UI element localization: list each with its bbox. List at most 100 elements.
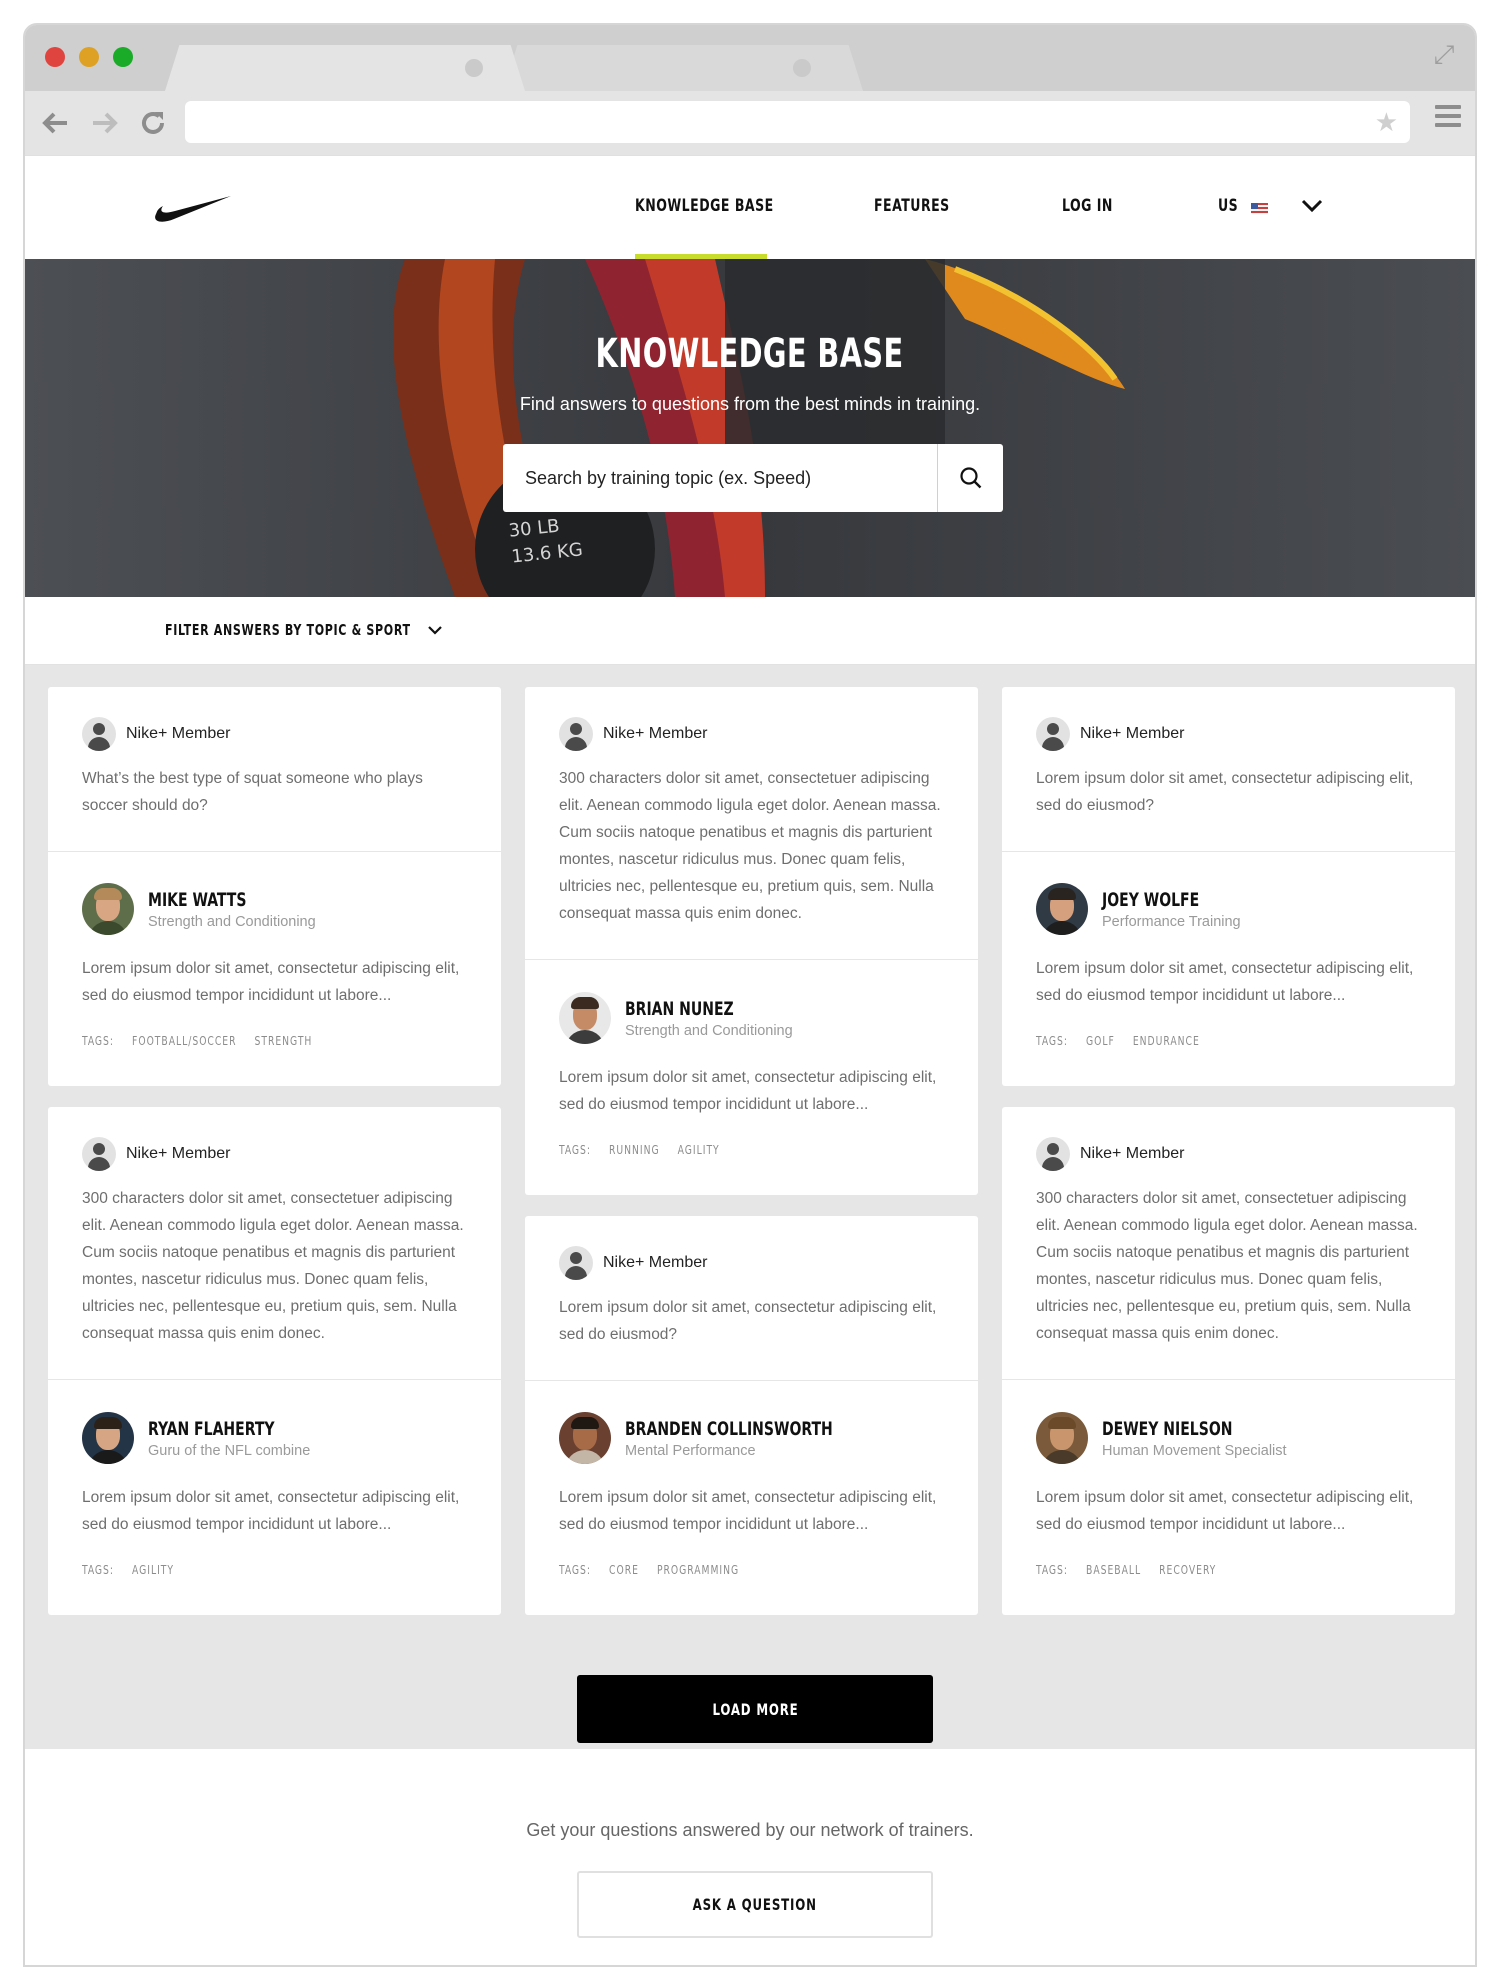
site-header: KNOWLEDGE BASE FEATURES LOG IN US [25,155,1475,261]
member-avatar-icon [1036,1137,1070,1171]
answer-card[interactable]: Nike+ Member Lorem ipsum dolor sit amet,… [525,1216,978,1615]
answer-block: RYAN FLAHERTY Guru of the NFL combine Lor… [48,1412,501,1577]
question-text: Lorem ipsum dolor sit amet, consectetur … [1036,770,1414,814]
chevron-down-icon[interactable] [1300,196,1324,216]
address-bar[interactable]: ★ [185,101,1410,143]
question-block: Nike+ Member Lorem ipsum dolor sit amet,… [525,1216,978,1348]
member-name: Nike+ Member [126,725,231,742]
question-text: What’s the best type of squat someone wh… [82,770,423,814]
tag[interactable]: BASEBALL [1086,1562,1141,1577]
browser-tab-inactive[interactable] [503,45,863,91]
chevron-down-icon[interactable] [427,623,443,637]
search-input[interactable] [503,444,935,512]
tags-label: TAGS: [82,1033,114,1048]
answer-card[interactable]: Nike+ Member 300 characters dolor sit am… [1002,1107,1455,1615]
trainer-role: Guru of the NFL combine [148,1442,311,1459]
hero-subtitle: Find answers to questions from the best … [519,394,981,414]
tag[interactable]: STRENGTH [255,1033,313,1048]
tag[interactable]: RUNNING [609,1142,660,1157]
question-block: Nike+ Member 300 characters dolor sit am… [525,687,978,927]
answer-block: DEWEY NIELSON Human Movement Specialist L… [1002,1412,1455,1577]
fullscreen-icon[interactable]: ⤢ [1429,39,1459,69]
tag-list: TAGS: BASEBALL RECOVERY [1036,1562,1352,1577]
maximize-window-button[interactable] [113,47,133,67]
question-text: 300 characters dolor sit amet, consectet… [1036,1190,1418,1342]
forward-button[interactable] [85,103,125,143]
trainer-name[interactable]: JOEY WOLFE [1102,889,1216,911]
trainer-name[interactable]: MIKE WATTS [148,889,286,911]
tag-list: TAGS: FOOTBALL/SOCCER STRENGTH [82,1033,398,1048]
answer-card[interactable]: Nike+ Member What’s the best type of squ… [48,687,501,1086]
tag-list: TAGS: AGILITY [82,1562,398,1577]
question-text: Lorem ipsum dolor sit amet, consectetur … [559,1299,937,1343]
card-divider [525,1380,978,1381]
trainer-avatar[interactable] [1036,883,1088,935]
kettlebell-weight-label: 30 LB 13.6 KG [507,515,584,568]
nav-log-in[interactable]: LOG IN [1062,196,1113,216]
tags-label: TAGS: [559,1142,591,1157]
answer-block: MIKE WATTS Strength and Conditioning Lore… [48,883,501,1048]
trainer-name[interactable]: DEWEY NIELSON [1102,1418,1253,1440]
member-name: Nike+ Member [603,725,708,742]
tag-list: TAGS: CORE PROGRAMMING [559,1562,875,1577]
tag[interactable]: ENDURANCE [1133,1033,1200,1048]
card-divider [1002,1379,1455,1380]
back-button[interactable] [35,103,75,143]
minimize-window-button[interactable] [79,47,99,67]
filter-dropdown[interactable]: FILTER ANSWERS BY TOPIC & SPORT [165,621,411,639]
locale-label[interactable]: US [1218,196,1238,216]
nav-knowledge-base[interactable]: KNOWLEDGE BASE [635,196,774,216]
page-content: KNOWLEDGE BASE FEATURES LOG IN US KNOWLE… [25,155,1475,1965]
trainer-name[interactable]: BRIAN NUNEZ [625,998,763,1020]
tag[interactable]: AGILITY [132,1562,174,1577]
member-name: Nike+ Member [1080,725,1185,742]
tag[interactable]: PROGRAMMING [657,1562,739,1577]
member-name: Nike+ Member [126,1145,231,1162]
bookmark-star-icon[interactable]: ★ [1375,107,1398,138]
tag[interactable]: CORE [609,1562,639,1577]
trainer-avatar[interactable] [82,883,134,935]
browser-tab-active[interactable] [165,45,525,91]
member-avatar-icon [1036,717,1070,751]
card-divider [1002,851,1455,852]
nav-features[interactable]: FEATURES [874,196,950,216]
us-flag-icon [1251,203,1268,214]
nike-swoosh-logo[interactable] [153,192,233,224]
search-button[interactable] [937,444,1003,512]
trainer-name[interactable]: RYAN FLAHERTY [148,1418,281,1440]
tag-list: TAGS: RUNNING AGILITY [559,1142,875,1157]
trainer-role: Human Movement Specialist [1102,1442,1287,1459]
tags-label: TAGS: [82,1562,114,1577]
trainer-avatar[interactable] [1036,1412,1088,1464]
tag[interactable]: GOLF [1086,1033,1115,1048]
hero-title: KNOWLEDGE BASE [595,331,905,377]
answer-card[interactable]: Nike+ Member Lorem ipsum dolor sit amet,… [1002,687,1455,1086]
member-avatar-icon [559,717,593,751]
trainer-name[interactable]: BRANDEN COLLINSWORTH [625,1418,833,1440]
trainer-avatar[interactable] [82,1412,134,1464]
tag[interactable]: AGILITY [678,1142,720,1157]
tag[interactable]: RECOVERY [1159,1562,1216,1577]
search-box [503,444,1003,512]
answer-text: Lorem ipsum dolor sit amet, consectetur … [559,1069,937,1113]
trainer-role: Mental Performance [625,1442,756,1459]
browser-menu-icon[interactable] [1435,105,1461,127]
answer-block: BRANDEN COLLINSWORTH Mental Performance L… [525,1412,978,1577]
answer-card[interactable]: Nike+ Member 300 characters dolor sit am… [525,687,978,1195]
tag[interactable]: FOOTBALL/SOCCER [132,1033,236,1048]
member-name: Nike+ Member [603,1254,708,1271]
ask-question-button[interactable]: ASK A QUESTION [577,1871,933,1938]
tags-label: TAGS: [1036,1033,1068,1048]
close-window-button[interactable] [45,47,65,67]
tab-favicon [465,59,483,77]
forward-arrow-icon [93,112,118,134]
trainer-role: Performance Training [1102,913,1241,930]
tab-favicon [793,59,811,77]
member-avatar-icon [82,1137,116,1171]
trainer-avatar[interactable] [559,1412,611,1464]
answer-card[interactable]: Nike+ Member 300 characters dolor sit am… [48,1107,501,1615]
load-more-button[interactable]: LOAD MORE [577,1675,933,1743]
reload-button[interactable] [133,103,173,143]
answer-block: BRIAN NUNEZ Strength and Conditioning Lor… [525,992,978,1157]
trainer-avatar[interactable] [559,992,611,1044]
